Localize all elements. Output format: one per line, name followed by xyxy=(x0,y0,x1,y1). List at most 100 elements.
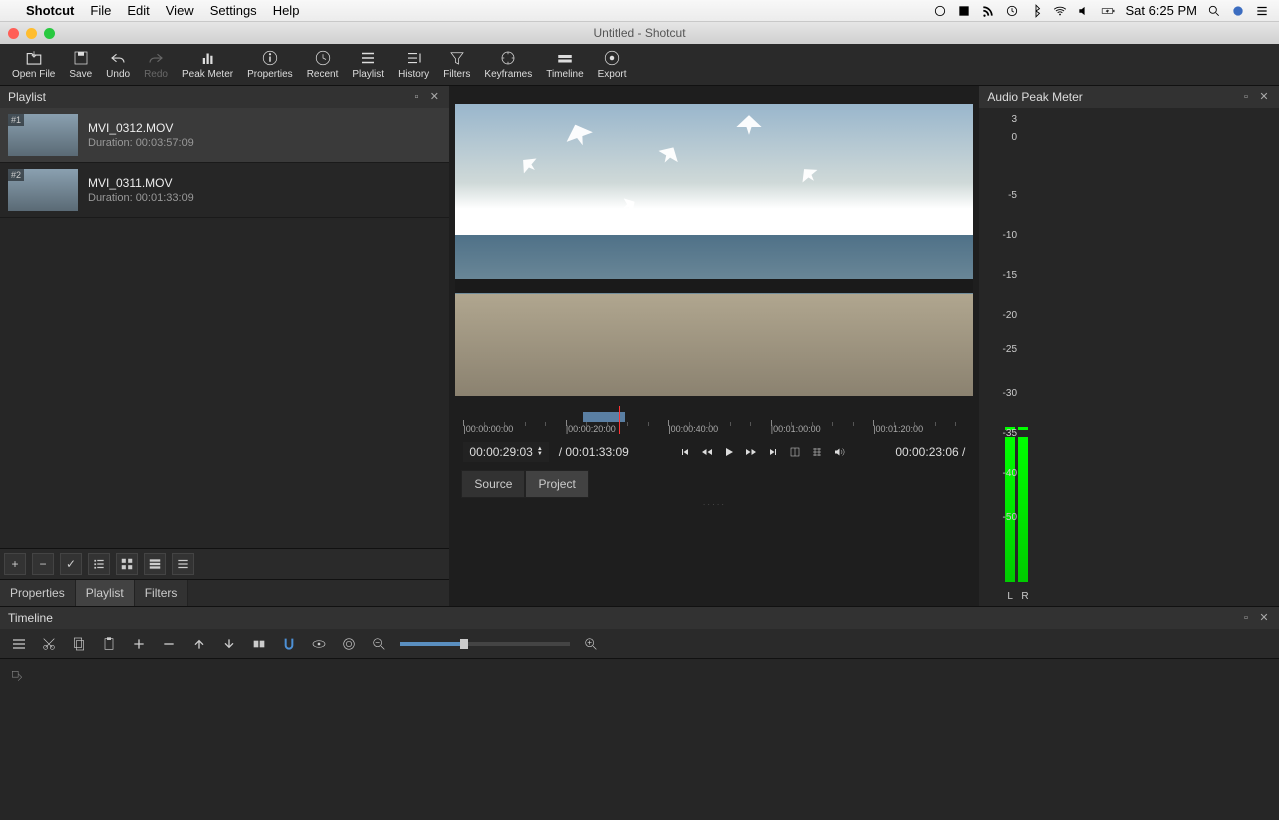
app-menu[interactable]: Shotcut xyxy=(26,3,74,18)
toolbar-filters-button[interactable]: Filters xyxy=(437,47,476,82)
window-titlebar: Untitled - Shotcut xyxy=(0,22,1279,44)
clip-name: MVI_0312.MOV xyxy=(88,121,194,135)
export-icon xyxy=(603,49,621,67)
video-preview[interactable] xyxy=(455,104,973,396)
notification-center-icon[interactable] xyxy=(1255,4,1269,18)
toolbar-playlist-button[interactable]: Playlist xyxy=(346,47,390,82)
playlist-popout-button[interactable]: ▫ xyxy=(409,90,423,104)
help-menu[interactable]: Help xyxy=(273,3,300,18)
toolbar-undo-button[interactable]: Undo xyxy=(100,47,136,82)
toolbar-open-button[interactable]: Open File xyxy=(6,47,61,82)
zoom-slider[interactable] xyxy=(400,642,570,646)
window-maximize-button[interactable] xyxy=(44,28,55,39)
zoom-toggle-icon[interactable] xyxy=(789,446,801,458)
playlist-items: #1MVI_0312.MOVDuration: 00:03:57:09#2MVI… xyxy=(0,108,449,548)
settings-menu[interactable]: Settings xyxy=(210,3,257,18)
timeline-close-button[interactable]: ✕ xyxy=(1257,611,1271,625)
dropbox-icon[interactable] xyxy=(957,4,971,18)
playlist-remove-button[interactable]: − xyxy=(32,553,54,575)
tab-source[interactable]: Source xyxy=(461,470,525,498)
toolbar-timeline-button[interactable]: Timeline xyxy=(540,47,589,82)
skip-start-icon[interactable] xyxy=(679,446,691,458)
scrub-audio-button[interactable] xyxy=(310,635,328,653)
tab-project[interactable]: Project xyxy=(525,470,588,498)
splitter-grip[interactable]: ····· xyxy=(455,498,973,511)
tab-filters[interactable]: Filters xyxy=(135,580,189,606)
skip-end-icon[interactable] xyxy=(767,446,779,458)
playlist-view-list-button[interactable] xyxy=(172,553,194,575)
playlist-view-tiles-button[interactable] xyxy=(116,553,138,575)
append-button[interactable] xyxy=(130,635,148,653)
timeline-tracks[interactable] xyxy=(0,659,1279,820)
paste-button[interactable] xyxy=(100,635,118,653)
ruler-label: |00:01:00:00 xyxy=(771,424,821,434)
timecode-position[interactable]: 00:00:29:03 ▲▼ xyxy=(463,442,548,462)
recent-icon xyxy=(314,49,332,67)
window-close-button[interactable] xyxy=(8,28,19,39)
redo-icon xyxy=(147,49,165,67)
info-icon xyxy=(261,49,279,67)
playlist-view-icons-button[interactable] xyxy=(144,553,166,575)
playlist-item[interactable]: #1MVI_0312.MOVDuration: 00:03:57:09 xyxy=(0,108,449,163)
timeline-menu-button[interactable] xyxy=(10,635,28,653)
playlist-item[interactable]: #2MVI_0311.MOVDuration: 00:01:33:09 xyxy=(0,163,449,218)
circle-icon[interactable] xyxy=(933,4,947,18)
playlist-view-detailed-button[interactable] xyxy=(88,553,110,575)
bluetooth-icon[interactable] xyxy=(1029,4,1043,18)
toolbar-meter-button[interactable]: Peak Meter xyxy=(176,47,239,82)
split-button[interactable] xyxy=(250,635,268,653)
wifi-icon[interactable] xyxy=(1053,4,1067,18)
view-menu[interactable]: View xyxy=(166,3,194,18)
copy-button[interactable] xyxy=(70,635,88,653)
timeline-popout-button[interactable]: ▫ xyxy=(1239,611,1253,625)
toolbar-history-button[interactable]: History xyxy=(392,47,435,82)
grid-icon[interactable] xyxy=(811,446,823,458)
remove-button[interactable] xyxy=(160,635,178,653)
volume-icon[interactable] xyxy=(1077,4,1091,18)
zoom-in-button[interactable] xyxy=(582,635,600,653)
meter-scale-label: -25 xyxy=(1003,344,1017,355)
meter-popout-button[interactable]: ▫ xyxy=(1239,90,1253,104)
tab-properties[interactable]: Properties xyxy=(0,580,76,606)
meter-close-button[interactable]: ✕ xyxy=(1257,90,1271,104)
playlist-thumbnail: #1 xyxy=(8,114,78,156)
cut-button[interactable] xyxy=(40,635,58,653)
playlist-update-button[interactable]: ✓ xyxy=(60,553,82,575)
timemachine-icon[interactable] xyxy=(1005,4,1019,18)
fastforward-icon[interactable] xyxy=(745,446,757,458)
battery-icon[interactable] xyxy=(1101,4,1115,18)
siri-icon[interactable] xyxy=(1231,4,1245,18)
toolbar-export-button[interactable]: Export xyxy=(592,47,633,82)
lift-button[interactable] xyxy=(190,635,208,653)
toolbar-redo-button[interactable]: Redo xyxy=(138,47,174,82)
keyframes-icon xyxy=(499,49,517,67)
rss-icon[interactable] xyxy=(981,4,995,18)
filters-icon xyxy=(448,49,466,67)
spotlight-icon[interactable] xyxy=(1207,4,1221,18)
toolbar-info-button[interactable]: Properties xyxy=(241,47,299,82)
meter-scale-label: -5 xyxy=(1008,190,1017,201)
undo-icon xyxy=(109,49,127,67)
volume-toggle-icon[interactable] xyxy=(833,446,845,458)
rewind-icon[interactable] xyxy=(701,446,713,458)
toolbar-recent-button[interactable]: Recent xyxy=(301,47,345,82)
playlist-close-button[interactable]: ✕ xyxy=(427,90,441,104)
playlist-add-button[interactable]: + xyxy=(4,553,26,575)
play-icon[interactable] xyxy=(723,446,735,458)
file-menu[interactable]: File xyxy=(90,3,111,18)
scrub-ruler[interactable]: |00:00:00:00|00:00:20:00|00:00:40:00|00:… xyxy=(463,406,965,436)
audio-meter-body[interactable]: L R 30-5-10-15-20-25-30-35-40-50 xyxy=(979,108,1279,606)
toolbar-keyframes-button[interactable]: Keyframes xyxy=(478,47,538,82)
toolbar-save-button[interactable]: Save xyxy=(63,47,98,82)
overwrite-button[interactable] xyxy=(220,635,238,653)
window-minimize-button[interactable] xyxy=(26,28,37,39)
timeline-icon xyxy=(556,49,574,67)
ripple-button[interactable] xyxy=(340,635,358,653)
meter-scale-label: -20 xyxy=(1003,310,1017,321)
clock[interactable]: Sat 6:25 PM xyxy=(1125,3,1197,18)
zoom-out-button[interactable] xyxy=(370,635,388,653)
tab-playlist[interactable]: Playlist xyxy=(76,580,135,606)
edit-menu[interactable]: Edit xyxy=(127,3,149,18)
snap-button[interactable] xyxy=(280,635,298,653)
tc-down[interactable]: ▼ xyxy=(537,452,543,457)
